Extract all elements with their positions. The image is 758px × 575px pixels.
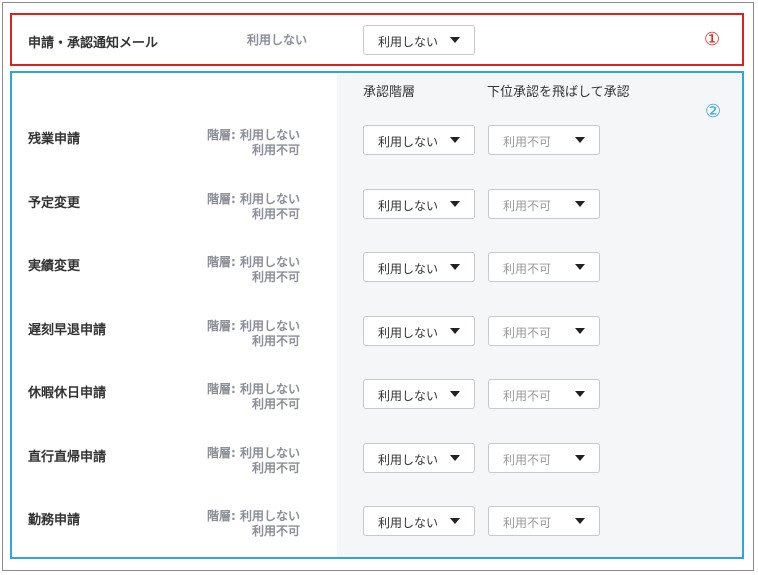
dropdown-value: 利用不可 bbox=[503, 453, 552, 467]
caret-down-icon bbox=[450, 264, 460, 270]
dropdown-value: 利用しない bbox=[378, 35, 439, 49]
dropdown-value: 利用不可 bbox=[503, 135, 552, 149]
caret-down-icon bbox=[575, 201, 585, 207]
caret-down-icon bbox=[450, 518, 460, 524]
approval-row: 直行直帰申請 階層: 利用しない 利用不可 利用しない 利用不可 bbox=[12, 443, 742, 483]
caret-down-icon bbox=[575, 264, 585, 270]
dropdown-value: 利用不可 bbox=[503, 326, 552, 340]
caret-down-icon bbox=[575, 391, 585, 397]
notification-mail-section: 申請・承認通知メール 利用しない 利用しない ① bbox=[10, 13, 744, 66]
skip-approval-dropdown[interactable]: 利用不可 bbox=[488, 506, 600, 536]
caret-down-icon bbox=[450, 137, 460, 143]
skip-approval-dropdown[interactable]: 利用不可 bbox=[488, 379, 600, 409]
approval-level-dropdown[interactable]: 利用しない bbox=[363, 316, 475, 346]
approval-row: 実績変更 階層: 利用しない 利用不可 利用しない 利用不可 bbox=[12, 252, 742, 292]
request-type-label: 直行直帰申請 bbox=[28, 450, 107, 465]
caret-down-icon bbox=[575, 328, 585, 334]
level-status: 階層: 利用しない bbox=[207, 128, 300, 142]
caret-down-icon bbox=[450, 391, 460, 397]
approval-row: 予定変更 階層: 利用しない 利用不可 利用しない 利用不可 bbox=[12, 189, 742, 229]
level-status: 階層: 利用しない bbox=[207, 509, 300, 523]
request-type-value: 階層: 利用しない 利用不可 bbox=[192, 446, 300, 476]
approval-level-dropdown[interactable]: 利用しない bbox=[363, 252, 475, 282]
skip-approval-header: 下位承認を飛ばして承認 bbox=[487, 85, 630, 100]
approval-level-dropdown[interactable]: 利用しない bbox=[363, 506, 475, 536]
request-type-value: 階層: 利用しない 利用不可 bbox=[192, 382, 300, 412]
caret-down-icon bbox=[450, 455, 460, 461]
skip-approval-dropdown[interactable]: 利用不可 bbox=[488, 189, 600, 219]
approval-row: 遅刻早退申請 階層: 利用しない 利用不可 利用しない 利用不可 bbox=[12, 316, 742, 356]
dropdown-value: 利用しない bbox=[378, 389, 439, 403]
skip-status: 利用不可 bbox=[251, 270, 300, 284]
skip-status: 利用不可 bbox=[251, 143, 300, 157]
approval-level-dropdown[interactable]: 利用しない bbox=[363, 125, 475, 155]
skip-status: 利用不可 bbox=[251, 461, 300, 475]
skip-status: 利用不可 bbox=[251, 207, 300, 221]
approval-level-dropdown[interactable]: 利用しない bbox=[363, 443, 475, 473]
skip-approval-dropdown[interactable]: 利用不可 bbox=[488, 316, 600, 346]
notification-mail-dropdown[interactable]: 利用しない bbox=[363, 25, 475, 55]
skip-status: 利用不可 bbox=[251, 524, 300, 538]
section-marker-2: ② bbox=[705, 101, 722, 122]
caret-down-icon bbox=[450, 201, 460, 207]
notification-mail-value: 利用しない bbox=[246, 33, 307, 47]
dropdown-value: 利用しない bbox=[378, 199, 439, 213]
caret-down-icon bbox=[575, 137, 585, 143]
level-status: 階層: 利用しない bbox=[207, 446, 300, 460]
dropdown-value: 利用不可 bbox=[503, 262, 552, 276]
request-type-label: 残業申請 bbox=[28, 132, 81, 147]
level-status: 階層: 利用しない bbox=[207, 192, 300, 206]
dropdown-value: 利用不可 bbox=[503, 516, 552, 530]
dropdown-value: 利用しない bbox=[378, 516, 439, 530]
level-status: 階層: 利用しない bbox=[207, 382, 300, 396]
skip-approval-dropdown[interactable]: 利用不可 bbox=[488, 252, 600, 282]
dropdown-value: 利用不可 bbox=[503, 199, 552, 213]
skip-approval-dropdown[interactable]: 利用不可 bbox=[488, 125, 600, 155]
skip-approval-dropdown[interactable]: 利用不可 bbox=[488, 443, 600, 473]
level-status: 階層: 利用しない bbox=[207, 319, 300, 333]
caret-down-icon bbox=[450, 328, 460, 334]
request-type-label: 実績変更 bbox=[28, 259, 81, 274]
request-type-value: 階層: 利用しない 利用不可 bbox=[192, 128, 300, 158]
caret-down-icon bbox=[575, 455, 585, 461]
request-type-label: 休暇休日申請 bbox=[28, 386, 107, 401]
request-type-value: 階層: 利用しない 利用不可 bbox=[192, 192, 300, 222]
approval-level-dropdown[interactable]: 利用しない bbox=[363, 189, 475, 219]
dropdown-value: 利用しない bbox=[378, 326, 439, 340]
approval-settings-section: 承認階層 下位承認を飛ばして承認 ② 残業申請 階層: 利用しない 利用不可 利用しな… bbox=[10, 71, 744, 559]
request-type-label: 勤務申請 bbox=[28, 513, 81, 528]
approval-row: 勤務申請 階層: 利用しない 利用不可 利用しない 利用不可 bbox=[12, 506, 742, 546]
request-type-label: 予定変更 bbox=[28, 196, 81, 211]
request-type-value: 階層: 利用しない 利用不可 bbox=[192, 509, 300, 539]
approval-row: 残業申請 階層: 利用しない 利用不可 利用しない 利用不可 bbox=[12, 125, 742, 165]
dropdown-value: 利用しない bbox=[378, 135, 439, 149]
approval-row: 休暇休日申請 階層: 利用しない 利用不可 利用しない 利用不可 bbox=[12, 379, 742, 419]
dropdown-value: 利用不可 bbox=[503, 389, 552, 403]
caret-down-icon bbox=[450, 37, 460, 43]
dropdown-value: 利用しない bbox=[378, 453, 439, 467]
approval-level-header: 承認階層 bbox=[363, 85, 416, 100]
request-type-value: 階層: 利用しない 利用不可 bbox=[192, 255, 300, 285]
section-marker-1: ① bbox=[704, 29, 721, 50]
caret-down-icon bbox=[575, 518, 585, 524]
dropdown-value: 利用しない bbox=[378, 262, 439, 276]
notification-mail-label: 申請・承認通知メール bbox=[28, 36, 159, 51]
skip-status: 利用不可 bbox=[251, 334, 300, 348]
request-type-label: 遅刻早退申請 bbox=[28, 323, 107, 338]
approval-level-dropdown[interactable]: 利用しない bbox=[363, 379, 475, 409]
request-type-value: 階層: 利用しない 利用不可 bbox=[192, 319, 300, 349]
skip-status: 利用不可 bbox=[251, 397, 300, 411]
level-status: 階層: 利用しない bbox=[207, 255, 300, 269]
